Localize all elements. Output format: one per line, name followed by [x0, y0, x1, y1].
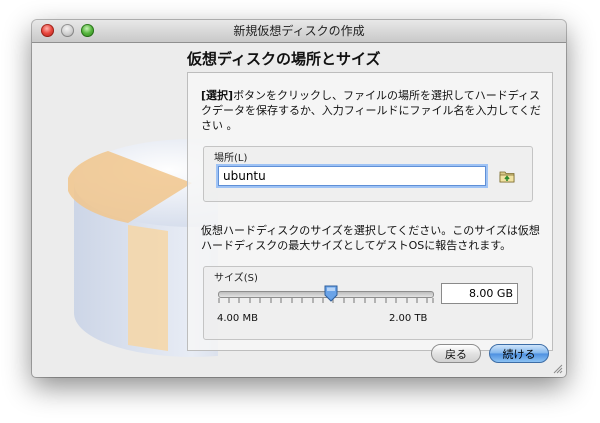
intro-text: [選択]ボタンをクリックし、ファイルの場所を選択してハードディスクデータを保存す…: [201, 88, 541, 133]
title-bar[interactable]: 新規仮想ディスクの作成: [32, 20, 566, 43]
content-panel: [選択]ボタンをクリックし、ファイルの場所を選択してハードディスクデータを保存す…: [187, 72, 553, 351]
intro-body: ボタンをクリックし、ファイルの場所を選択してハードディスクデータを保存するか、入…: [201, 89, 541, 132]
size-slider-thumb[interactable]: [324, 285, 338, 302]
location-label: 場所(L): [214, 153, 248, 164]
folder-icon[interactable]: [499, 168, 515, 184]
size-input[interactable]: 8.00 GB: [441, 283, 518, 304]
intro-bold: [選択]: [201, 89, 234, 102]
window-title: 新規仮想ディスクの作成: [233, 24, 365, 38]
size-label: サイズ(S): [214, 273, 258, 284]
back-button[interactable]: 戻る: [431, 344, 481, 363]
size-help-text: 仮想ハードディスクのサイズを選択してください。このサイズは仮想ハードディスクの最…: [201, 224, 540, 252]
size-max-label: 2.00 TB: [389, 313, 428, 324]
size-min-label: 4.00 MB: [217, 313, 258, 324]
location-input[interactable]: ubuntu: [218, 166, 486, 186]
location-group: 場所(L) ubuntu: [203, 146, 533, 202]
resize-grip-icon[interactable]: [553, 364, 563, 374]
size-group: サイズ(S) 8.00 GB 4.00 MB 2.00 TB: [203, 266, 533, 340]
continue-button[interactable]: 続ける: [489, 344, 549, 363]
page-title: 仮想ディスクの場所とサイズ: [187, 50, 381, 68]
dialog-window: 新規仮想ディスクの作成 仮想ディスクの場所とサイズ [選択]ボタンをクリックし、…: [32, 20, 566, 377]
